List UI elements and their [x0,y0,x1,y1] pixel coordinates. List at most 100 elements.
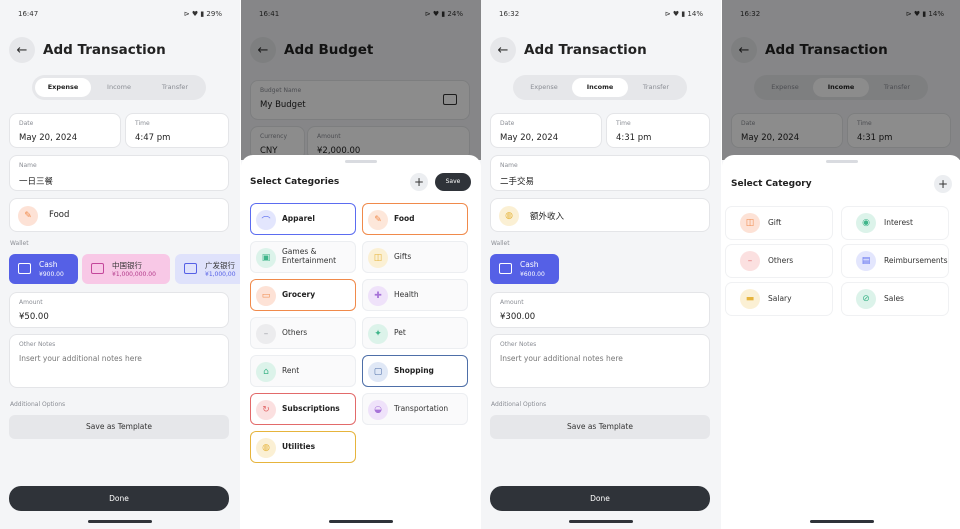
tab-expense[interactable]: Expense [35,78,91,97]
category-option-label: Grocery [282,290,316,299]
category-option-label: Rent [282,366,300,375]
category-option-label: Games & Entertainment [282,247,337,265]
category-option-label: Food [394,214,415,223]
screen-add-transaction-expense: 16:47 ⊳ ♥ ▮ 29% ← Add Transaction Expens… [0,0,240,529]
back-arrow-icon[interactable]: ← [490,37,516,63]
category-option[interactable]: – Others [250,317,356,349]
category-option[interactable]: ◍ Utilities [250,431,356,463]
sheet-handle[interactable] [826,160,858,163]
category-option[interactable]: ⌒ Apparel [250,203,356,235]
food-icon: ✎ [18,206,38,226]
category-option[interactable]: ▢ Shopping [362,355,468,387]
income-category-option[interactable]: ⊘ Sales [842,283,948,315]
status-time: 16:47 [18,10,39,18]
amount-field[interactable]: Amount ¥300.00 [490,292,710,328]
category-option[interactable]: ✚ Health [362,279,468,311]
date-field[interactable]: Date May 20, 2024 [490,113,602,148]
hanger-icon: ⌒ [256,210,276,230]
tab-transfer[interactable]: Transfer [147,78,203,97]
notes-field[interactable]: Other Notes Insert your additional notes… [9,334,229,388]
wallet-amount: ¥1,000,000.00 [112,271,156,278]
amount-value: ¥300.00 [500,312,536,322]
select-category-sheet: Select Category + ◫ Gift ◉ Interest – Others ▤… [722,155,960,529]
tab-transfer[interactable]: Transfer [628,78,684,97]
income-category-option[interactable]: ◫ Gift [726,207,832,239]
date-value: May 20, 2024 [19,133,78,143]
category-option-label: Health [394,290,419,299]
tag-icon: ⊘ [856,289,876,309]
category-option[interactable]: ⌂ Rent [250,355,356,387]
income-category-option[interactable]: – Others [726,245,832,277]
health-icon: ✚ [368,286,388,306]
sheet-title: Select Categories [250,177,340,187]
amount-label: Amount [19,299,43,306]
time-value: 4:47 pm [135,133,171,143]
save-button[interactable]: Save [435,173,471,191]
modal-scrim[interactable] [241,0,481,160]
modal-scrim[interactable] [722,0,960,160]
interest-icon: ◉ [856,213,876,233]
done-button[interactable]: Done [490,486,710,511]
name-field[interactable]: Name 一日三餐 [9,155,229,191]
category-option[interactable]: ▣ Games & Entertainment [250,241,356,273]
transaction-type-tabs: Expense Income Transfer [513,75,687,100]
wallet-name: Cash [39,260,58,269]
category-option-label: Shopping [394,366,434,375]
date-value: May 20, 2024 [500,133,559,143]
category-option[interactable]: ✦ Pet [362,317,468,349]
others-icon: – [740,251,760,271]
back-arrow-icon[interactable]: ← [9,37,35,63]
category-name: 额外收入 [530,212,565,222]
wallet-name: 广发银行 [205,261,235,270]
screen-add-transaction-income: 16:32 ⊳ ♥ ▮ 14% ← Add Transaction Expens… [481,0,721,529]
car-icon: ◒ [368,400,388,420]
tab-income[interactable]: Income [91,78,147,97]
name-field[interactable]: Name 二手交易 [490,155,710,191]
header: ← Add Transaction [490,36,712,64]
wallet-label: Wallet [10,240,29,247]
wallet-amount: ¥900.00 [39,271,64,278]
tab-expense[interactable]: Expense [516,78,572,97]
wallet-cash[interactable]: Cash ¥600.00 [490,254,559,284]
status-time: 16:32 [499,10,520,18]
add-icon[interactable]: + [934,175,952,193]
wallet-cash[interactable]: Cash ¥900.00 [9,254,78,284]
category-field[interactable]: ✎ Food [9,198,229,232]
time-label: Time [616,120,631,127]
status-icons: ⊳ ♥ ▮ 14% [664,10,703,18]
pet-icon: ✦ [368,324,388,344]
sheet-handle[interactable] [345,160,377,163]
wallet-amount: ¥1,000,00 [205,271,236,278]
income-category-option[interactable]: ▬ Salary [726,283,832,315]
wallet-name: Cash [520,260,539,269]
notes-field[interactable]: Other Notes Insert your additional notes… [490,334,710,388]
category-option[interactable]: ▭ Grocery [250,279,356,311]
bag-icon: ▢ [368,362,388,382]
income-category-option[interactable]: ▤ Reimbursements [842,245,948,277]
income-category-label: Gift [768,218,782,227]
tab-income[interactable]: Income [572,78,628,97]
income-category-option[interactable]: ◉ Interest [842,207,948,239]
time-field[interactable]: Time 4:31 pm [606,113,710,148]
category-field[interactable]: ◍ 额外收入 [490,198,710,232]
receipt-icon: ▤ [856,251,876,271]
save-as-template-button[interactable]: Save as Template [9,415,229,439]
amount-field[interactable]: Amount ¥50.00 [9,292,229,328]
done-button[interactable]: Done [9,486,229,511]
select-categories-sheet: Select Categories + Save ⌒ Apparel ✎ Food ▣ G… [241,155,481,529]
date-field[interactable]: Date May 20, 2024 [9,113,121,148]
page-title: Add Transaction [43,42,166,58]
add-icon[interactable]: + [410,173,428,191]
category-option[interactable]: ◒ Transportation [362,393,468,425]
category-option[interactable]: ◫ Gifts [362,241,468,273]
date-label: Date [500,120,515,127]
category-option[interactable]: ↻ Subscriptions [250,393,356,425]
category-option-label: Pet [394,328,406,337]
wallet-cgb[interactable]: 广发银行 ¥1,000,00 [175,254,240,284]
wallet-label: Wallet [491,240,510,247]
category-option[interactable]: ✎ Food [362,203,468,235]
notes-label: Other Notes [19,341,56,348]
wallet-boc[interactable]: 中国银行 ¥1,000,000.00 [82,254,170,284]
save-as-template-button[interactable]: Save as Template [490,415,710,439]
time-field[interactable]: Time 4:47 pm [125,113,229,148]
